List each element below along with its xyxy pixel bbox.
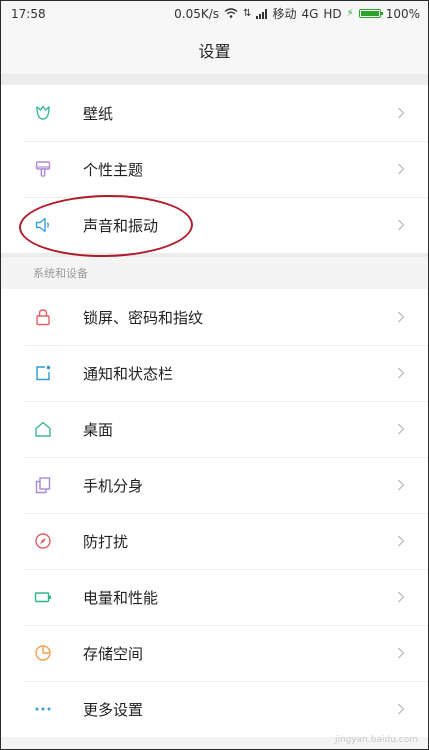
settings-item-label: 电量和性能 xyxy=(83,588,159,607)
settings-item-label: 个性主题 xyxy=(83,160,144,179)
dual-space-icon xyxy=(33,475,53,495)
page-title: 设置 xyxy=(1,26,428,74)
wifi-icon xyxy=(224,7,238,21)
settings-item-storage[interactable]: 存储空间 xyxy=(1,625,428,681)
chevron-right-icon xyxy=(396,367,406,379)
lock-icon xyxy=(33,307,53,327)
network-type: 4G xyxy=(301,6,319,21)
settings-item-battery-performance[interactable]: 电量和性能 xyxy=(1,569,428,625)
settings-item-label: 更多设置 xyxy=(83,700,144,719)
settings-item-label: 通知和状态栏 xyxy=(83,364,174,383)
chevron-right-icon xyxy=(396,107,406,119)
settings-screen: 17:58 0.05K/s ⇅ 移动 4G HD ⚡ 100% 设置 壁纸 个性… xyxy=(0,0,429,750)
settings-item-desktop[interactable]: 桌面 xyxy=(1,401,428,457)
chevron-right-icon xyxy=(396,591,406,603)
speaker-icon xyxy=(33,215,53,235)
home-icon xyxy=(33,419,53,439)
settings-item-notifications[interactable]: 通知和状态栏 xyxy=(1,345,428,401)
hd-badge: HD xyxy=(323,6,342,21)
settings-item-label: 防打扰 xyxy=(83,532,129,551)
chevron-right-icon xyxy=(396,703,406,715)
status-time: 17:58 xyxy=(11,6,46,21)
charging-icon: ⚡ xyxy=(346,8,354,19)
watermark: jingyan.baidu.com xyxy=(334,735,418,745)
chevron-right-icon xyxy=(396,535,406,547)
system-group: 锁屏、密码和指纹 通知和状态栏 桌面 手机分身 防打扰 电量和性能 存储空间 更… xyxy=(1,289,428,737)
data-transfer-icon: ⇅ xyxy=(243,8,252,19)
settings-item-label: 壁纸 xyxy=(83,104,114,123)
status-bar: 17:58 0.05K/s ⇅ 移动 4G HD ⚡ 100% xyxy=(1,1,428,26)
do-not-disturb-icon xyxy=(33,531,53,551)
divider xyxy=(1,74,428,85)
storage-pie-icon xyxy=(33,643,53,663)
section-header-system: 系统和设备 xyxy=(1,253,428,289)
settings-item-label: 声音和振动 xyxy=(83,216,159,235)
carrier-name: 移动 xyxy=(272,7,297,21)
settings-item-dual-space[interactable]: 手机分身 xyxy=(1,457,428,513)
settings-item-lockscreen[interactable]: 锁屏、密码和指纹 xyxy=(1,289,428,345)
settings-item-label: 锁屏、密码和指纹 xyxy=(83,308,204,327)
chevron-right-icon xyxy=(396,311,406,323)
network-speed: 0.05K/s xyxy=(174,6,220,21)
chevron-right-icon xyxy=(396,647,406,659)
settings-item-label: 桌面 xyxy=(83,420,114,439)
battery-percent: 100% xyxy=(385,6,420,21)
signal-icon xyxy=(256,8,268,19)
notification-icon xyxy=(33,363,53,383)
settings-item-more[interactable]: 更多设置 xyxy=(1,681,428,737)
battery-icon xyxy=(33,587,53,607)
settings-item-do-not-disturb[interactable]: 防打扰 xyxy=(1,513,428,569)
chevron-right-icon xyxy=(396,163,406,175)
chevron-right-icon xyxy=(396,423,406,435)
settings-item-label: 手机分身 xyxy=(83,476,144,495)
settings-item-sound-vibration[interactable]: 声音和振动 xyxy=(1,197,428,253)
more-dots-icon xyxy=(33,699,53,719)
wallpaper-icon xyxy=(33,103,53,123)
personalization-group: 壁纸 个性主题 声音和振动 xyxy=(1,85,428,253)
settings-item-theme[interactable]: 个性主题 xyxy=(1,141,428,197)
settings-item-label: 存储空间 xyxy=(83,644,144,663)
theme-brush-icon xyxy=(33,159,53,179)
chevron-right-icon xyxy=(396,479,406,491)
chevron-right-icon xyxy=(396,219,406,231)
battery-icon xyxy=(358,9,383,18)
settings-item-wallpaper[interactable]: 壁纸 xyxy=(1,85,428,141)
status-right: 0.05K/s ⇅ 移动 4G HD ⚡ 100% xyxy=(174,5,420,22)
